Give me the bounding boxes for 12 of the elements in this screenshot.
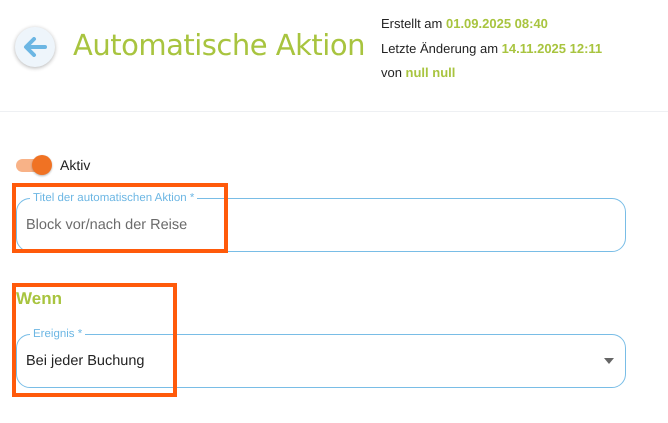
meta-line: Erstellt am 01.09.2025 08:40 (380, 15, 549, 33)
toggle-label: Aktiv (60, 157, 90, 173)
event-dropdown[interactable]: Ereignis * Bei jeder Buchung (16, 327, 626, 388)
page-title: Automatische Aktion (73, 28, 365, 62)
toggle-switch[interactable] (16, 154, 52, 176)
section-heading: Wenn (16, 288, 63, 310)
back-arrow-icon (23, 37, 47, 57)
caret-icon (604, 358, 614, 364)
meta-line: von null null (380, 64, 456, 82)
title-input[interactable]: Block vor/nach der Reise (26, 217, 614, 233)
back-button[interactable] (15, 27, 55, 67)
meta-line: Letzte Änderung am 14.11.2025 12:11 (380, 40, 602, 58)
